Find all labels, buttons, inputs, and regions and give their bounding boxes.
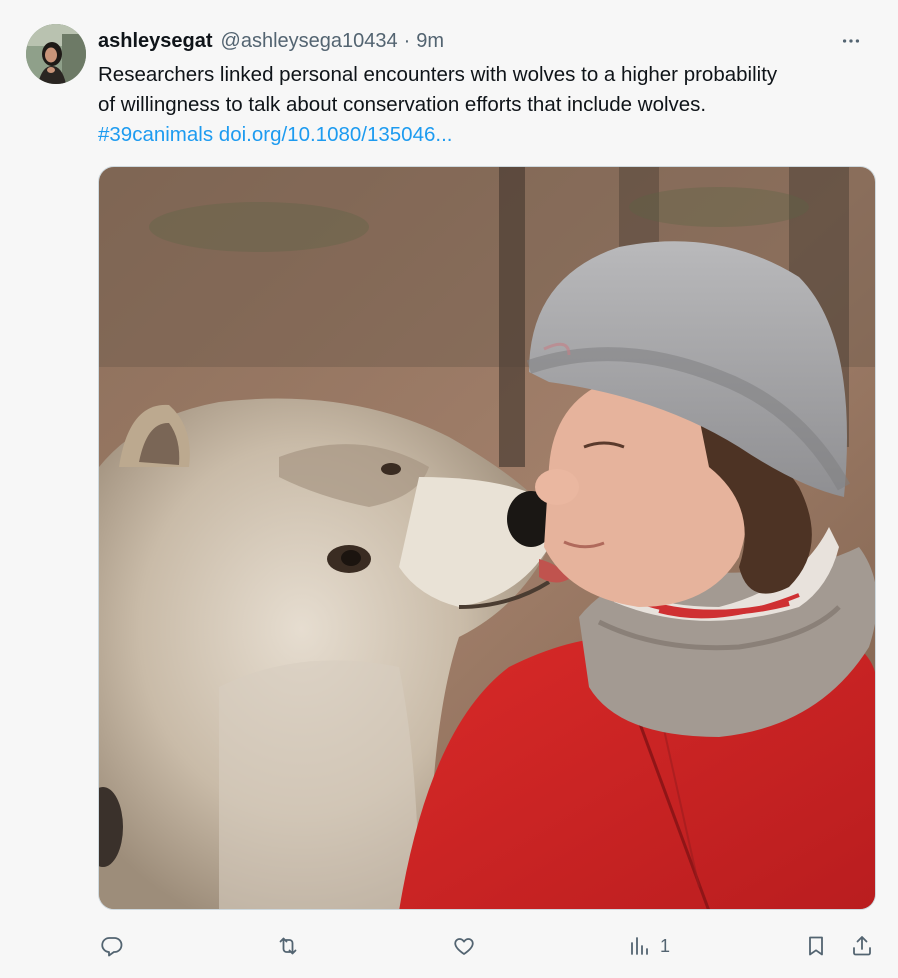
retweet-button[interactable] bbox=[276, 926, 300, 966]
views-button[interactable]: 1 bbox=[628, 926, 670, 966]
views-icon bbox=[631, 937, 648, 955]
author-handle[interactable]: @ashleysega10434 bbox=[221, 27, 398, 55]
reply-button[interactable] bbox=[100, 926, 124, 966]
tweet-header: ashleysegat @ashleysega10434 · 9m bbox=[98, 26, 868, 56]
timestamp[interactable]: 9m bbox=[416, 27, 444, 55]
more-icon bbox=[842, 39, 860, 43]
tweet-actions: 1 bbox=[98, 926, 882, 966]
hashtag-link[interactable]: #39canimals bbox=[98, 123, 213, 146]
views-count: 1 bbox=[660, 935, 671, 956]
like-button[interactable] bbox=[452, 926, 476, 966]
bookmark-button[interactable] bbox=[804, 926, 828, 966]
reply-icon bbox=[101, 937, 123, 957]
retweet-icon bbox=[279, 937, 297, 955]
tweet-text: Researchers linked personal encounters w… bbox=[98, 60, 888, 150]
avatar-photo bbox=[26, 24, 86, 84]
media-photo bbox=[99, 167, 875, 909]
tweet-text-line-1: Researchers linked personal encounters w… bbox=[98, 63, 778, 86]
more-options-button[interactable] bbox=[834, 26, 868, 56]
tweet-media[interactable] bbox=[98, 166, 876, 910]
bookmark-icon bbox=[809, 936, 823, 956]
tweet-card[interactable]: ashleysegat @ashleysega10434 · 9m Resear… bbox=[0, 0, 898, 978]
tweet-links: #39canimals doi.org/10.1080/135046... bbox=[98, 120, 888, 150]
share-icon bbox=[853, 936, 871, 956]
author-name[interactable]: ashleysegat bbox=[98, 27, 213, 55]
separator-dot: · bbox=[403, 30, 411, 52]
tweet-text-line-2: of willingness to talk about conservatio… bbox=[98, 93, 707, 116]
share-button[interactable] bbox=[850, 926, 874, 966]
avatar[interactable] bbox=[26, 24, 86, 84]
doi-link[interactable]: doi.org/10.1080/135046... bbox=[219, 123, 453, 146]
like-icon bbox=[454, 938, 474, 955]
